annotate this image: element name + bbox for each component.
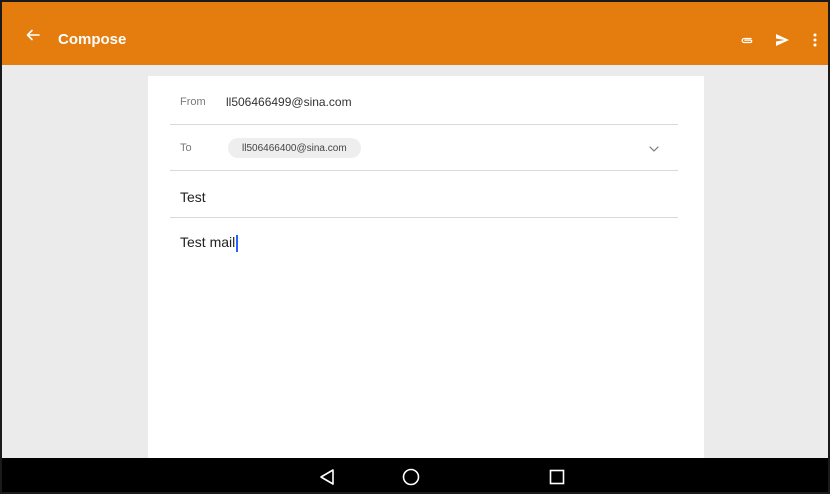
to-divider xyxy=(170,170,678,171)
more-options-button[interactable] xyxy=(809,29,821,51)
attach-button[interactable] xyxy=(738,29,756,51)
paperclip-icon xyxy=(741,37,753,44)
from-label: From xyxy=(180,96,206,108)
system-nav-bar xyxy=(2,458,828,492)
subject-divider xyxy=(170,217,678,218)
text-cursor xyxy=(236,234,239,252)
body-field[interactable]: Test mail xyxy=(180,234,239,252)
send-icon xyxy=(775,34,789,46)
arrow-left-icon xyxy=(26,29,40,41)
app-bar: Compose xyxy=(2,2,828,65)
back-button[interactable] xyxy=(22,24,44,46)
body-text: Test mail xyxy=(180,234,236,250)
back-triangle-icon xyxy=(320,469,334,485)
send-button[interactable] xyxy=(773,29,791,51)
from-divider xyxy=(170,124,678,125)
nav-home-button[interactable] xyxy=(400,466,422,488)
subject-field[interactable]: Test xyxy=(180,189,206,205)
to-label: To xyxy=(180,142,192,154)
recipient-chip[interactable]: ll506466400@sina.com xyxy=(228,138,361,158)
more-vert-icon xyxy=(813,33,817,47)
device-screen: Compose From ll506466499@sina.com To ll5… xyxy=(0,0,830,494)
compose-card: From ll506466499@sina.com To ll506466400… xyxy=(148,76,704,458)
nav-back-button[interactable] xyxy=(316,466,338,488)
from-value[interactable]: ll506466499@sina.com xyxy=(226,95,352,109)
expand-recipients-button[interactable] xyxy=(646,141,662,157)
page-title: Compose xyxy=(58,31,127,48)
home-circle-icon xyxy=(402,468,420,486)
recents-square-icon xyxy=(549,469,565,485)
chevron-down-icon xyxy=(649,146,659,152)
nav-recents-button[interactable] xyxy=(546,466,568,488)
